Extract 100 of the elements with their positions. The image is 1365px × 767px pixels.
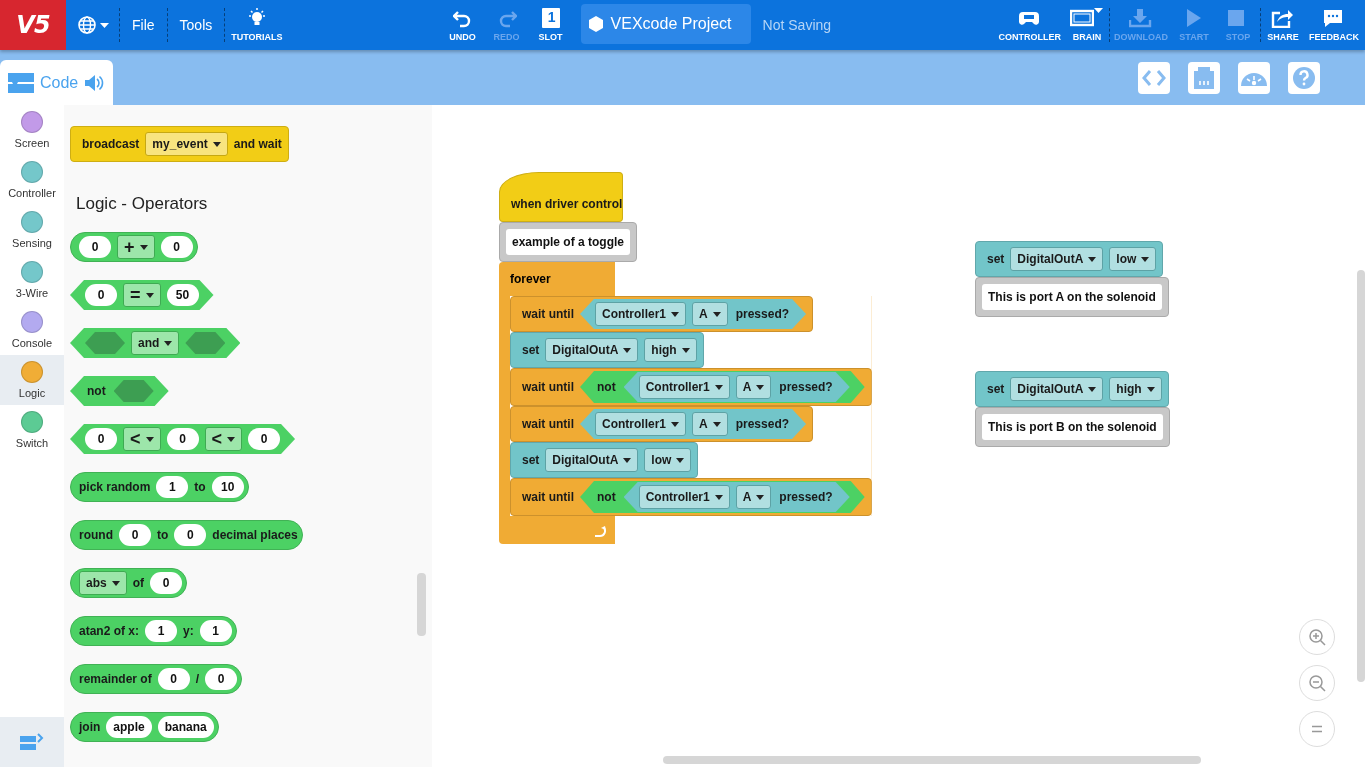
dropdown-field[interactable]: high: [644, 338, 697, 362]
dropdown-field[interactable]: A: [692, 302, 728, 326]
number-field[interactable]: 0: [205, 668, 238, 690]
zoom-out-button[interactable]: [1299, 665, 1335, 701]
stack-block[interactable]: wait until not Controller1 A pressed?: [510, 478, 872, 516]
zoom-reset-button[interactable]: [1299, 711, 1335, 747]
reporter-block[interactable]: abs of 0: [70, 568, 187, 598]
dropdown-field[interactable]: DigitalOutA: [1010, 247, 1104, 271]
dropdown-field[interactable]: DigitalOutA: [545, 448, 639, 472]
dropdown-field[interactable]: my_event: [145, 132, 228, 156]
dropdown-field[interactable]: A: [692, 412, 728, 436]
dropdown-field[interactable]: <: [204, 427, 243, 451]
dropdown-field[interactable]: Controller1: [595, 302, 686, 326]
number-field[interactable]: banana: [157, 716, 214, 738]
number-field[interactable]: 0: [160, 236, 193, 258]
dropdown-field[interactable]: high: [1109, 377, 1162, 401]
boolean-block[interactable]: not Controller1 A pressed?: [580, 371, 865, 403]
dropdown-field[interactable]: A: [735, 485, 772, 509]
category-item[interactable]: Switch: [0, 405, 64, 455]
feedback-button[interactable]: FEEDBACK: [1305, 0, 1363, 50]
number-field[interactable]: 1: [145, 620, 177, 642]
number-field[interactable]: 50: [166, 284, 199, 306]
boolean-block[interactable]: not: [70, 376, 169, 406]
tutorials-button[interactable]: TUTORIALS: [225, 0, 289, 50]
number-field[interactable]: 0: [166, 428, 199, 450]
boolean-block[interactable]: 0 = 50: [70, 280, 214, 310]
comment-field[interactable]: This is port A on the solenoid: [982, 284, 1162, 310]
stack-block[interactable]: wait until Controller1 A pressed?: [510, 406, 814, 442]
extensions-button[interactable]: [0, 717, 64, 767]
comment-field[interactable]: This is port B on the solenoid: [982, 414, 1163, 440]
category-item[interactable]: Sensing: [0, 205, 64, 255]
scrollbar[interactable]: [1357, 270, 1365, 682]
number-field[interactable]: 1: [199, 620, 232, 642]
dropdown-field[interactable]: DigitalOutA: [1010, 377, 1104, 401]
reporter-block[interactable]: 0 + 0: [70, 232, 198, 262]
number-field[interactable]: 0: [79, 236, 111, 258]
boolean-block[interactable]: and: [70, 328, 241, 358]
dropdown-field[interactable]: low: [1109, 247, 1157, 271]
brain-button[interactable]: BRAIN: [1065, 0, 1109, 50]
scrollbar[interactable]: [417, 573, 426, 636]
boolean-block[interactable]: Controller1 A pressed?: [580, 409, 807, 439]
dropdown-field[interactable]: low: [644, 448, 692, 472]
boolean-block[interactable]: Controller1 A pressed?: [580, 299, 807, 329]
devices-view-button[interactable]: [1188, 61, 1220, 94]
category-item[interactable]: Controller: [0, 155, 64, 205]
stack-block[interactable]: broadcast my_event and wait: [70, 126, 289, 162]
number-field[interactable]: 0: [157, 668, 190, 690]
dropdown-field[interactable]: +: [117, 235, 155, 259]
stack-block[interactable]: wait until not Controller1 A pressed?: [510, 368, 872, 406]
zoom-in-button[interactable]: [1299, 619, 1335, 655]
share-button[interactable]: SHARE: [1261, 0, 1305, 50]
dropdown-field[interactable]: abs: [79, 571, 127, 595]
hat-block[interactable]: when driver control: [499, 172, 623, 222]
reporter-block[interactable]: pick random 1 to 10: [70, 472, 249, 502]
slot-button[interactable]: 1 SLOT: [528, 0, 573, 50]
number-field[interactable]: 0: [150, 572, 182, 594]
controller-button[interactable]: CONTROLLER: [994, 0, 1065, 50]
category-item[interactable]: 3-Wire: [0, 255, 64, 305]
reporter-block[interactable]: atan2 of x: 1 y: 1: [70, 616, 237, 646]
dropdown-field[interactable]: A: [735, 375, 772, 399]
dropdown-field[interactable]: Controller1: [595, 412, 686, 436]
stack-block[interactable]: set DigitalOutA low: [975, 241, 1164, 277]
category-item[interactable]: Logic: [0, 355, 64, 405]
dashboard-view-button[interactable]: [1238, 61, 1270, 94]
project-name-field[interactable]: VEXcode Project: [580, 4, 751, 44]
stack-block[interactable]: set DigitalOutA low: [510, 442, 699, 478]
number-field[interactable]: 0: [119, 524, 151, 546]
loop-block[interactable]: forever wait until Controller1 A pressed? set DigitalOutA high wait until not Controller1 A pressed? wait until Controller1 A pressed? set DigitalOutA low wait until not Controller1 A pressed?: [499, 262, 872, 544]
comment-block[interactable]: This is port B on the solenoid: [975, 407, 1170, 447]
app-logo[interactable]: V5: [0, 0, 66, 50]
code-view-button[interactable]: [1138, 61, 1170, 94]
boolean-block[interactable]: Controller1 A pressed?: [623, 372, 850, 402]
stack-block[interactable]: set DigitalOutA high: [975, 371, 1169, 407]
stack-block[interactable]: wait until Controller1 A pressed?: [510, 296, 814, 332]
reporter-block[interactable]: round 0 to 0 decimal places: [70, 520, 303, 550]
number-field[interactable]: apple: [106, 716, 152, 738]
boolean-block[interactable]: 0 < 0 < 0: [70, 424, 296, 454]
boolean-block[interactable]: Controller1 A pressed?: [623, 482, 850, 512]
category-item[interactable]: Console: [0, 305, 64, 355]
dropdown-field[interactable]: and: [131, 331, 180, 355]
scrollbar[interactable]: [663, 756, 1201, 764]
reporter-block[interactable]: remainder of 0 / 0: [70, 664, 243, 694]
comment-block[interactable]: example of a toggle: [499, 222, 638, 262]
number-field[interactable]: 0: [174, 524, 207, 546]
number-field[interactable]: 0: [85, 428, 117, 450]
dropdown-field[interactable]: Controller1: [638, 485, 730, 509]
menu-item[interactable]: File: [120, 0, 167, 50]
comment-block[interactable]: This is port A on the solenoid: [975, 277, 1169, 317]
dropdown-field[interactable]: =: [123, 283, 161, 307]
dropdown-field[interactable]: <: [123, 427, 161, 451]
number-field[interactable]: 0: [248, 428, 281, 450]
number-field[interactable]: 0: [85, 284, 117, 306]
help-view-button[interactable]: [1288, 61, 1320, 94]
menu-item[interactable]: Tools: [167, 0, 225, 50]
stack-block[interactable]: set DigitalOutA high: [510, 332, 704, 368]
number-field[interactable]: 1: [156, 476, 189, 498]
number-field[interactable]: 10: [211, 476, 244, 498]
dropdown-field[interactable]: DigitalOutA: [545, 338, 639, 362]
dropdown-field[interactable]: Controller1: [638, 375, 730, 399]
comment-field[interactable]: example of a toggle: [506, 229, 631, 255]
